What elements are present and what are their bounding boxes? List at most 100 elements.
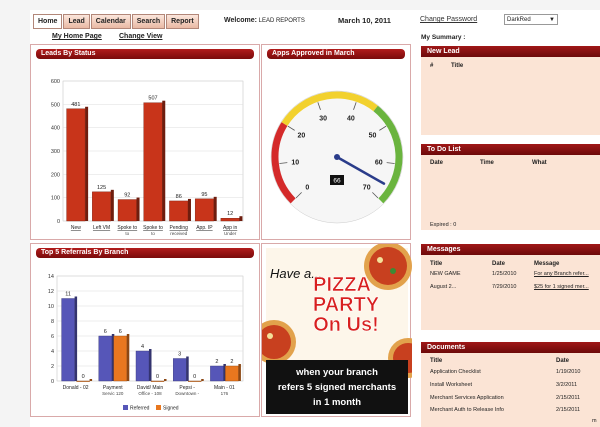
bar — [220, 217, 240, 222]
y-tick-label: 12 — [48, 289, 54, 295]
pizza-topping — [267, 333, 273, 339]
todo-col-what: What — [532, 160, 547, 166]
x-tick-sublabel: to — [125, 231, 129, 236]
message-row-title[interactable]: NEW GAME — [430, 271, 461, 277]
promo-body-line2: refers 5 signed merchants — [278, 382, 396, 393]
x-tick-sublabel: Under — [224, 231, 237, 236]
y-tick-label: 0 — [51, 379, 54, 385]
message-row-link[interactable]: For any Branch refer... — [534, 271, 589, 277]
gauge-hub — [334, 154, 340, 160]
bar — [169, 200, 189, 222]
documents-more-link[interactable]: m — [592, 418, 597, 424]
bar-side — [187, 198, 191, 221]
todo-col-date: Date — [430, 160, 444, 166]
new-lead-col-title: Title — [451, 63, 464, 69]
change-password-link[interactable]: Change Password — [420, 16, 477, 23]
document-row-title[interactable]: Merchant Auth to Release Info — [430, 407, 504, 413]
bar — [66, 108, 86, 222]
bar — [61, 298, 75, 382]
pizza-sauce-top — [369, 247, 407, 285]
data-label: 0 — [193, 374, 196, 380]
x-tick-sublabel: to — [151, 231, 155, 236]
bar — [117, 199, 137, 222]
y-tick-label: 100 — [51, 196, 60, 202]
gauge-tick-label: 70 — [363, 185, 371, 192]
messages-col-message: Message — [534, 261, 560, 267]
data-label: 12 — [227, 211, 233, 217]
theme-select[interactable]: DarkRed ▼ — [504, 14, 558, 25]
y-tick-label: 6 — [51, 334, 54, 340]
x-tick-label: App. IP — [196, 225, 213, 231]
y-tick-label: 8 — [51, 319, 54, 325]
bar-side — [85, 106, 89, 221]
top-referrals-chart: 02468101214110Donald - 026 6PaymentServic… — [48, 274, 244, 412]
x-tick-sublabel: Office - 108 — [138, 391, 162, 396]
x-tick-sublabel: Downtown - — [175, 391, 199, 396]
todo-header: To Do List — [421, 144, 600, 155]
bar — [194, 198, 214, 222]
bar — [92, 191, 112, 222]
tab-lead[interactable]: Lead — [63, 14, 90, 29]
documents-col-title: Title — [430, 358, 443, 364]
bar-side — [162, 100, 166, 221]
my-home-page-link[interactable]: My Home Page — [52, 33, 102, 40]
bar — [172, 358, 187, 382]
main-tabs: Home Lead Calendar Search Report — [33, 14, 200, 29]
current-date: March 10, 2011 — [338, 16, 391, 25]
y-tick-label: 0 — [57, 219, 60, 225]
data-label: 92 — [124, 193, 130, 199]
y-tick-label: 4 — [51, 349, 54, 355]
todo-body — [421, 155, 600, 230]
messages-body — [421, 255, 600, 330]
y-tick-label: 300 — [51, 149, 60, 155]
theme-select-value: DarkRed — [507, 17, 531, 23]
y-tick-label: 200 — [51, 172, 60, 178]
pizza-topping — [390, 268, 396, 274]
new-lead-body — [421, 57, 600, 135]
todo-expired-count: Expired : 0 — [430, 222, 457, 228]
document-row-title[interactable]: Application Checklist — [430, 369, 481, 375]
chevron-down-icon: ▼ — [549, 17, 555, 23]
legend-swatch — [156, 405, 161, 410]
data-label: 125 — [97, 185, 106, 191]
bar-side — [149, 349, 152, 381]
documents-header: Documents — [421, 342, 600, 353]
bar-side — [201, 379, 204, 381]
legend-label: Referred — [130, 406, 150, 412]
promo-on-us: On Us! — [313, 314, 379, 336]
new-lead-header: New Lead — [421, 46, 600, 57]
data-label: 0 — [156, 374, 159, 380]
bar — [98, 335, 113, 382]
messages-header: Messages — [421, 244, 600, 255]
tab-report[interactable]: Report — [166, 14, 199, 29]
leads-by-status-panel: Leads By Status 0 100 200 300 400 500 600 481 Ne… — [30, 44, 260, 240]
tab-calendar[interactable]: Calendar — [90, 14, 131, 29]
gauge-tick-label: 40 — [347, 115, 355, 122]
promo-party: PARTY — [313, 294, 380, 316]
x-tick-label: New — [71, 225, 81, 231]
bar — [143, 102, 163, 222]
message-row-link[interactable]: $25 for 1 signed mer... — [534, 284, 589, 290]
data-label: 4 — [141, 344, 144, 350]
tab-home[interactable]: Home — [33, 14, 63, 29]
message-row-date: 7/29/2010 — [492, 284, 517, 290]
message-row-title[interactable]: August 2... — [430, 284, 456, 290]
new-lead-col-num: # — [430, 63, 434, 69]
bar — [210, 365, 224, 382]
bar-side — [110, 189, 114, 221]
data-label: 2 — [230, 359, 233, 365]
change-view-link[interactable]: Change View — [119, 33, 162, 40]
bar-side — [186, 356, 189, 381]
bar-side — [136, 197, 140, 221]
tab-search[interactable]: Search — [131, 14, 166, 29]
bar-side — [126, 334, 130, 381]
document-row-title[interactable]: Merchant Services Application — [430, 395, 504, 401]
top-referrals-panel: Top 5 Referrals By Branch 0 2 4 6 8 10 12 14 11 0… — [30, 243, 260, 417]
messages-col-date: Date — [492, 261, 506, 267]
document-row-date: 2/15/2011 — [556, 407, 581, 413]
document-row-title[interactable]: Install Worksheet — [430, 382, 472, 388]
data-label: 481 — [71, 102, 80, 108]
legend-swatch — [123, 405, 128, 410]
legend-label: Signed — [163, 406, 179, 412]
pizza-party-banner: Have a... PIZZA PARTY On Us! when your b… — [262, 244, 412, 414]
